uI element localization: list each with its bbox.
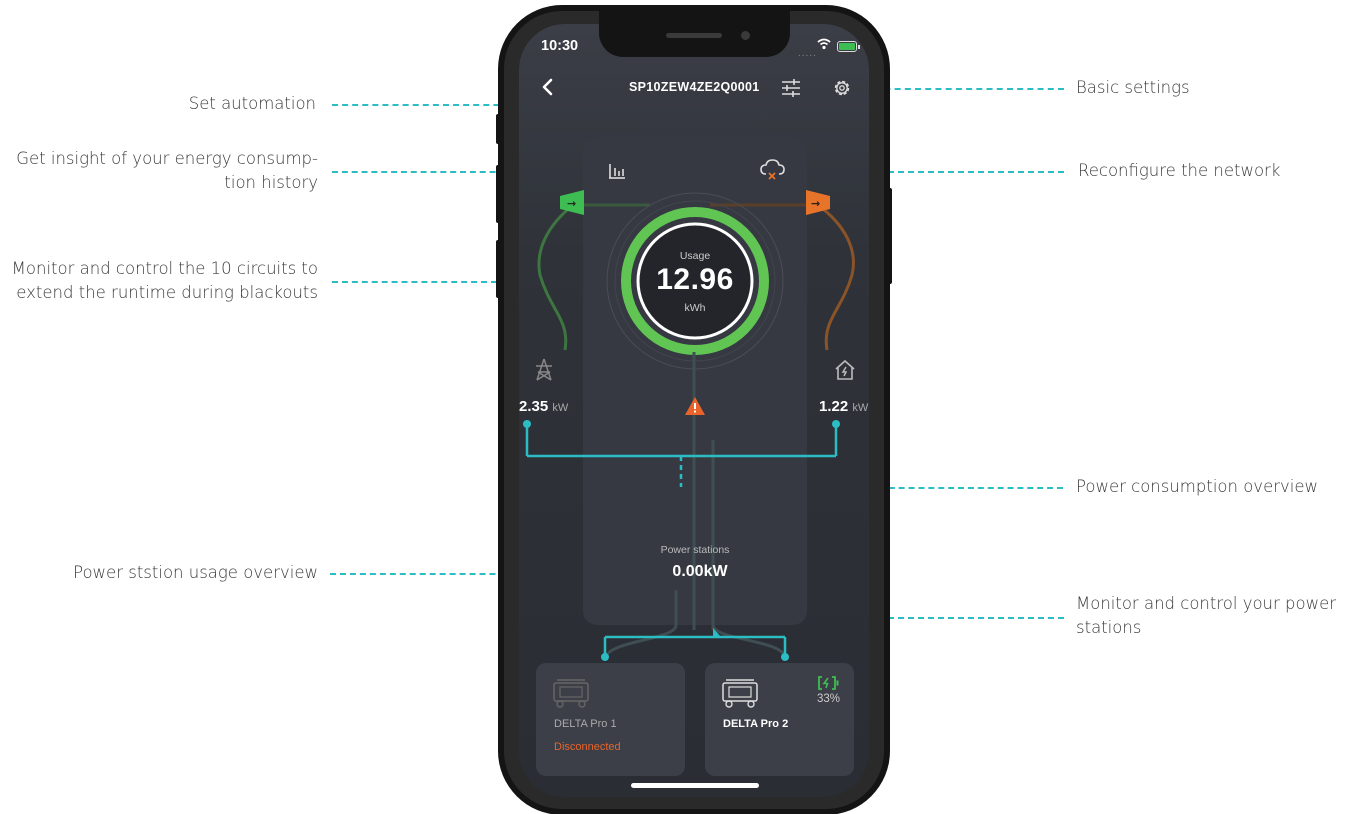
phone-camera [741,31,750,40]
home-power-number: 1.22 [819,398,849,415]
usage-value[interactable]: 12.96 [620,263,770,297]
station-card-1[interactable]: DELTA Pro 1 Disconnected [536,663,685,776]
signal-icon: ..... [798,48,817,59]
phone-speaker [666,33,722,38]
back-icon[interactable] [540,78,556,96]
station-card-2[interactable]: 33% DELTA Pro 2 [705,663,854,776]
grid-flow-line [537,203,574,351]
home-indicator[interactable] [631,783,759,788]
gear-icon[interactable] [832,78,852,98]
consumption-dot-right [832,420,840,428]
usage-label: Usage [679,250,711,262]
device-id-title: SP10ZEW4ZE2Q0001 [629,80,760,94]
grid-power-value: 2.35 kW [519,398,568,415]
home-power-unit: kW [852,402,869,414]
home-power-value: 1.22 kW [819,398,868,415]
power-tower-icon [536,358,552,381]
cloud-error-icon[interactable] [760,158,786,182]
power-station-icon [722,679,758,708]
battery-charging-icon [818,676,839,690]
bar-chart-icon[interactable] [607,162,627,180]
station-2-name: DELTA Pro 2 [723,718,789,730]
power-stations-value: 0.00kW [672,563,728,580]
grid-power-number: 2.35 [519,398,549,415]
home-flow-line [817,203,855,351]
status-time: 10:30 [541,38,579,54]
station-1-status: Disconnected [554,741,621,753]
station-1-name: DELTA Pro 1 [554,718,617,730]
power-stations-label: Power stations [660,544,730,556]
warning-icon[interactable] [684,396,706,416]
stations-dot-left [601,653,609,661]
wifi-icon [817,38,831,50]
power-station-icon [553,679,589,708]
station-2-battery: 33% [817,693,841,705]
station-1-flow-line [603,624,678,659]
battery-status-icon [837,41,860,52]
automation-sliders-icon[interactable] [780,77,802,99]
usage-unit: kWh [684,302,706,314]
grid-power-unit: kW [552,402,569,414]
svg-text:→: → [811,197,820,210]
stations-dot-right [781,653,789,661]
house-bolt-icon [835,359,855,380]
station-2-flow-line [711,624,787,659]
svg-text:→: → [567,197,576,210]
consumption-dot-left [523,420,531,428]
